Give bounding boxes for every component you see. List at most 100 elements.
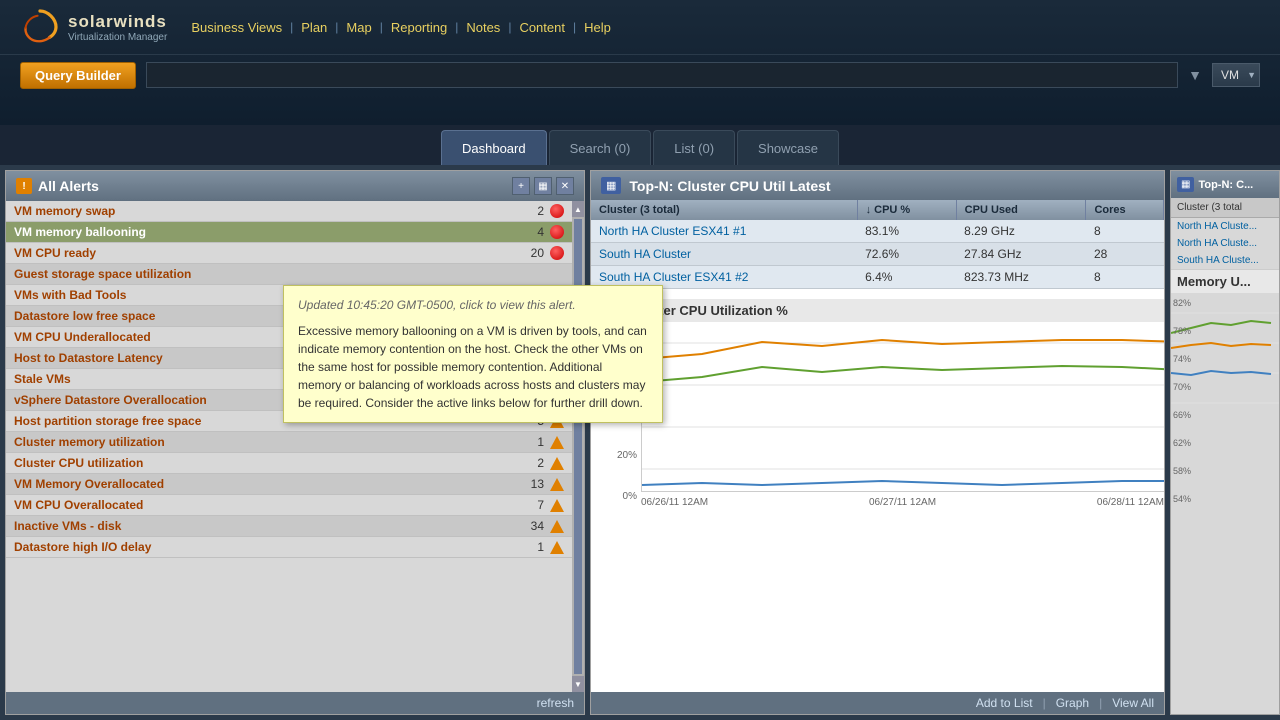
chart-container: Cluster CPU Utilization % 80% 60% 40% 20… xyxy=(591,289,1164,692)
logo-area: solarwinds Virtualization Manager xyxy=(20,7,167,47)
query-builder-button[interactable]: Query Builder xyxy=(20,62,136,89)
alert-row-count: 20 xyxy=(514,246,544,260)
tab-list[interactable]: List (0) xyxy=(653,130,735,165)
topn-table-header-row: Cluster (3 total) ↓ CPU % CPU Used Cores xyxy=(591,200,1164,220)
nav-notes[interactable]: Notes xyxy=(462,20,504,35)
partial-header: ▦ Top-N: C... xyxy=(1171,171,1279,198)
nav-sep-4: | xyxy=(455,20,458,34)
topn-panel: ▦ Top-N: Cluster CPU Util Latest Cluster… xyxy=(590,170,1165,715)
cluster-link[interactable]: South HA Cluster xyxy=(599,247,691,261)
add-to-list-link[interactable]: Add to List xyxy=(976,696,1033,710)
alert-row[interactable]: Inactive VMs - disk34 xyxy=(6,516,572,537)
alert-indicator-red xyxy=(550,225,564,239)
alert-row[interactable]: Datastore high I/O delay1 xyxy=(6,537,572,558)
scroll-up-button[interactable]: ▲ xyxy=(572,201,584,217)
alert-indicator-orange xyxy=(550,541,564,554)
cluster-link[interactable]: North HA Cluster ESX41 #1 xyxy=(599,224,746,238)
view-all-link[interactable]: View All xyxy=(1112,696,1154,710)
alert-row-count: 1 xyxy=(514,540,544,554)
chart-title: Cluster CPU Utilization % xyxy=(601,299,1164,322)
tab-dashboard[interactable]: Dashboard xyxy=(441,130,547,165)
partial-y-labels: 82% 78% 74% 70% 66% 62% 58% 54% xyxy=(1173,298,1191,504)
alert-row[interactable]: VM Memory Overallocated13 xyxy=(6,474,572,495)
cluster-link[interactable]: South HA Cluster ESX41 #2 xyxy=(599,270,748,284)
alert-row[interactable]: Cluster memory utilization1 xyxy=(6,432,572,453)
alert-row[interactable]: VM CPU Overallocated7 xyxy=(6,495,572,516)
alerts-title-area: ! All Alerts xyxy=(16,178,99,194)
alert-indicator-orange xyxy=(550,520,564,533)
main-content: ! All Alerts + ▦ ✕ VM memory swap2VM mem… xyxy=(0,165,1280,720)
alert-row[interactable]: Cluster CPU utilization2 xyxy=(6,453,572,474)
alert-row-name: Datastore high I/O delay xyxy=(14,540,514,554)
partial-y-8: 54% xyxy=(1173,494,1191,504)
close-icon[interactable]: ✕ xyxy=(556,177,574,195)
partial-y-3: 74% xyxy=(1173,354,1191,364)
table-cell-cpu-pct: 6.4% xyxy=(857,266,956,289)
chart-wrapper: 80% 60% 40% 20% 0% xyxy=(601,322,1164,522)
alert-row[interactable]: VM memory ballooning4 xyxy=(6,222,572,243)
alert-row-name: VM CPU ready xyxy=(14,246,514,260)
partial-memory-title: Memory U... xyxy=(1171,269,1279,293)
footer-sep-1: | xyxy=(1043,696,1046,710)
add-icon[interactable]: + xyxy=(512,177,530,195)
vm-dropdown[interactable]: VM xyxy=(1212,63,1260,87)
nav-sep-3: | xyxy=(380,20,383,34)
partial-y-5: 66% xyxy=(1173,410,1191,420)
topn-chart-icon: ▦ xyxy=(601,177,621,194)
search-input[interactable] xyxy=(146,62,1178,88)
alert-row-name: VM Memory Overallocated xyxy=(14,477,514,491)
nav-business-views[interactable]: Business Views xyxy=(187,20,286,35)
table-cell-cores: 8 xyxy=(1086,266,1164,289)
tab-showcase[interactable]: Showcase xyxy=(737,130,839,165)
nav-sep-2: | xyxy=(335,20,338,34)
alert-row-count: 7 xyxy=(514,498,544,512)
y-label-0: 0% xyxy=(623,491,637,502)
dropdown-arrow-icon[interactable]: ▼ xyxy=(1188,67,1202,83)
graph-link[interactable]: Graph xyxy=(1056,696,1089,710)
chart-x-axis: 06/26/11 12AM 06/27/11 12AM 06/28/11 12A… xyxy=(641,495,1164,508)
table-row: North HA Cluster ESX41 #183.1%8.29 GHz8 xyxy=(591,220,1164,243)
alert-row-name: Cluster memory utilization xyxy=(14,435,514,449)
grid-icon[interactable]: ▦ xyxy=(534,177,552,195)
nav-sep-6: | xyxy=(573,20,576,34)
x-label-1: 06/26/11 12AM xyxy=(641,497,708,508)
nav-reporting[interactable]: Reporting xyxy=(387,20,451,35)
alert-row[interactable]: VM CPU ready20 xyxy=(6,243,572,264)
alert-row-count: 34 xyxy=(514,519,544,533)
topn-footer: Add to List | Graph | View All xyxy=(591,692,1164,714)
alerts-title: All Alerts xyxy=(38,178,99,194)
alert-row[interactable]: Guest storage space utilization xyxy=(6,264,572,285)
alert-row-name: Inactive VMs - disk xyxy=(14,519,514,533)
tab-search[interactable]: Search (0) xyxy=(549,130,652,165)
alert-row[interactable]: VM memory swap2 xyxy=(6,201,572,222)
partial-row-2[interactable]: North HA Cluste... xyxy=(1171,235,1279,252)
table-cell-cores: 28 xyxy=(1086,243,1164,266)
refresh-button[interactable]: refresh xyxy=(537,696,574,710)
alert-row-count: 2 xyxy=(514,456,544,470)
scroll-down-button[interactable]: ▼ xyxy=(572,676,584,692)
alerts-panel: ! All Alerts + ▦ ✕ VM memory swap2VM mem… xyxy=(5,170,585,715)
nav-help[interactable]: Help xyxy=(580,20,615,35)
tab-bar: Dashboard Search (0) List (0) Showcase xyxy=(0,125,1280,165)
footer-sep-2: | xyxy=(1099,696,1102,710)
chart-svg-container: 06/26/11 12AM 06/27/11 12AM 06/28/11 12A… xyxy=(641,322,1164,522)
partial-row-3[interactable]: South HA Cluste... xyxy=(1171,252,1279,269)
partial-row-1[interactable]: North HA Cluste... xyxy=(1171,218,1279,235)
table-cell-cpu-used: 8.29 GHz xyxy=(956,220,1086,243)
scroll-track: ▲ ▼ xyxy=(572,201,584,692)
nav-plan[interactable]: Plan xyxy=(297,20,331,35)
nav-map[interactable]: Map xyxy=(342,20,375,35)
table-cell-cpu-pct: 72.6% xyxy=(857,243,956,266)
nav-content[interactable]: Content xyxy=(515,20,569,35)
partial-y-2: 78% xyxy=(1173,326,1191,336)
partial-panel-title: Top-N: C... xyxy=(1198,179,1253,191)
tooltip-title: Updated 10:45:20 GMT-0500, click to view… xyxy=(298,296,648,314)
topn-table-body: North HA Cluster ESX41 #1 83.1%8.29 GHz8 S… xyxy=(591,220,1164,289)
partial-chart-icon: ▦ xyxy=(1177,177,1194,192)
alert-row-name: Guest storage space utilization xyxy=(14,267,528,281)
vm-dropdown-wrapper: VM xyxy=(1212,63,1260,87)
alert-row-name: VM memory swap xyxy=(14,204,514,218)
table-cell-cluster[interactable]: North HA Cluster ESX41 #1 xyxy=(591,220,857,243)
table-cell-cpu-pct: 83.1% xyxy=(857,220,956,243)
table-cell-cluster[interactable]: South HA Cluster xyxy=(591,243,857,266)
